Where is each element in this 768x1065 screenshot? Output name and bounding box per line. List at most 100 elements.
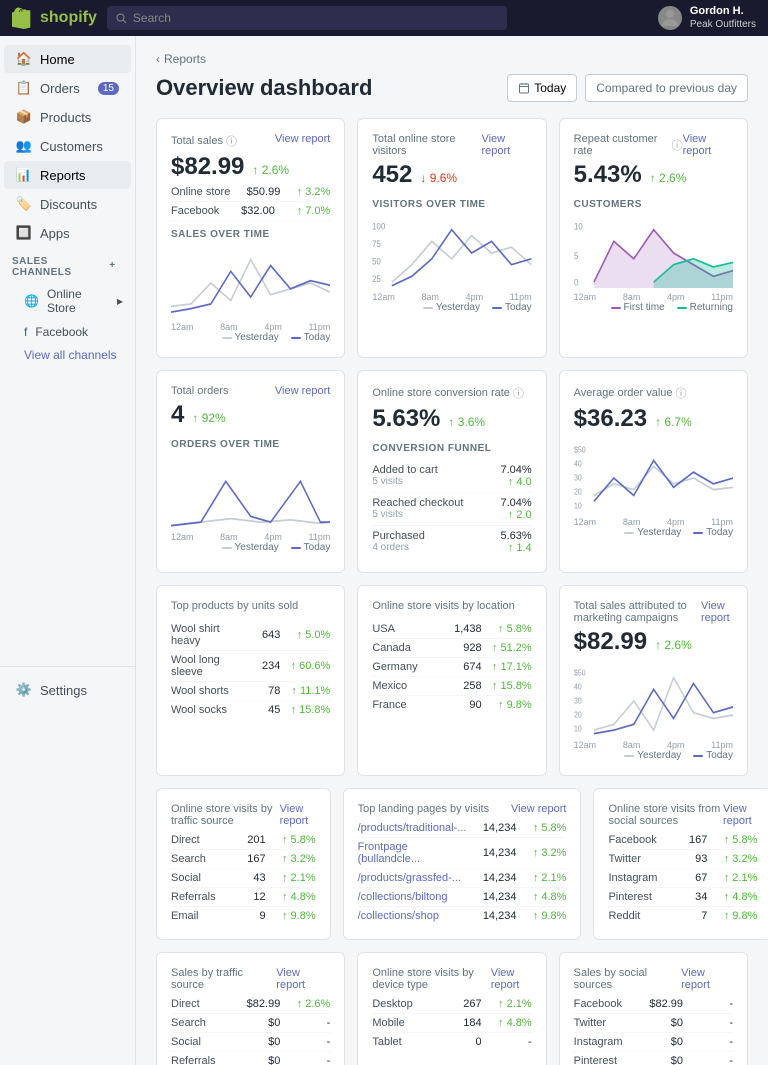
sidebar-label-customers: Customers	[40, 139, 103, 154]
visits-social-view-report[interactable]: View report	[723, 803, 757, 827]
landing-page-link[interactable]: /products/traditional-...	[358, 822, 467, 834]
logo-text: shopify	[40, 9, 97, 27]
sidebar-item-customers[interactable]: 👥 Customers	[4, 132, 131, 160]
table-row: Mobile 184 ↑ 4.8%	[372, 1014, 531, 1033]
funnel-val-0: 7.04%	[500, 464, 531, 476]
search-input[interactable]	[133, 11, 499, 25]
sidebar-item-products[interactable]: 📦 Products	[4, 103, 131, 131]
svg-text:$50: $50	[574, 668, 586, 678]
sidebar-item-settings[interactable]: ⚙️ Settings	[4, 676, 131, 704]
landing-pages-rows: /products/traditional-... 14,234 ↑ 5.8% …	[358, 819, 567, 925]
table-row: Social $0 -	[171, 1033, 330, 1052]
add-channel-button[interactable]: +	[109, 260, 123, 274]
info-icon-2: ⓘ	[672, 137, 683, 153]
today-button[interactable]: Today	[507, 74, 577, 102]
sidebar-item-home[interactable]: 🏠 Home	[4, 45, 131, 73]
facebook-change: ↑ 7.0%	[297, 205, 331, 217]
landing-page-link[interactable]: /products/grassfed-...	[358, 872, 461, 884]
search-bar[interactable]	[107, 6, 507, 30]
visits-social-card: Online store visits from social sources …	[593, 788, 768, 940]
landing-pages-view-report[interactable]: View report	[511, 803, 566, 815]
sales-channels-title: SALES CHANNELS	[12, 256, 109, 278]
svg-text:20: 20	[574, 487, 582, 497]
user-info: Gordon H. Peak Outfitters	[658, 5, 756, 30]
total-orders-view-report[interactable]: View report	[275, 385, 330, 397]
orders-badge: 15	[98, 82, 119, 95]
sidebar-label-apps: Apps	[40, 226, 70, 241]
breadcrumb-reports[interactable]: Reports	[164, 52, 206, 66]
marketing-campaigns-header: Total sales attributed to marketing camp…	[574, 600, 733, 624]
funnel-row-1: Reached checkout 5 visits 7.04% ↑ 2.0	[372, 493, 531, 526]
total-sales-change: ↑ 2.6%	[252, 163, 289, 177]
legend-yesterday: Yesterday	[222, 332, 279, 343]
sidebar-item-facebook[interactable]: f Facebook	[0, 320, 135, 344]
table-row: Tablet 0 -	[372, 1033, 531, 1051]
sidebar-item-orders[interactable]: 📋 Orders 15	[4, 74, 131, 102]
visits-social-header: Online store visits from social sources …	[608, 803, 757, 827]
total-visitors-chart: 100 75 50 25	[372, 218, 531, 288]
sales-traffic-view-report[interactable]: View report	[276, 967, 330, 991]
shopify-icon	[12, 7, 34, 29]
total-visitors-title: Total online store visitors	[372, 133, 481, 157]
table-row: France 90 ↑ 9.8%	[372, 696, 531, 714]
svg-text:40: 40	[574, 459, 582, 469]
sales-social-rows: Facebook $82.99 - Twitter $0 - Instagram…	[574, 995, 733, 1065]
shopify-logo[interactable]: shopify	[12, 7, 97, 29]
top-products-title: Top products by units sold	[171, 600, 330, 612]
landing-page-link[interactable]: /collections/shop	[358, 910, 439, 922]
svg-text:75: 75	[372, 239, 381, 250]
repeat-customer-view-report[interactable]: View report	[683, 133, 733, 157]
sales-social-view-report[interactable]: View report	[681, 967, 733, 991]
sales-traffic-card: Sales by traffic source View report Dire…	[156, 952, 345, 1065]
table-row: Desktop 267 ↑ 2.1%	[372, 995, 531, 1014]
landing-page-link[interactable]: /collections/biltong	[358, 891, 448, 903]
sidebar-item-online-store[interactable]: 🌐 Online Store ▸	[0, 282, 135, 320]
funnel-sub-1: 5 visits	[372, 509, 463, 520]
visits-device-view-report[interactable]: View report	[491, 967, 532, 991]
legend-yesterday-5: Yesterday	[624, 750, 681, 761]
sidebar-item-discounts[interactable]: 🏷️ Discounts	[4, 190, 131, 218]
marketing-campaigns-view-report[interactable]: View report	[701, 600, 733, 624]
header-actions: Today Compared to previous day	[507, 74, 748, 102]
funnel-label-0: Added to cart	[372, 464, 437, 476]
landing-page-link[interactable]: Frontpage (bullandcle...	[358, 841, 420, 865]
chevron-left-icon: ‹	[156, 52, 160, 66]
marketing-campaigns-value: $82.99	[574, 628, 647, 656]
sidebar-item-reports[interactable]: 📊 Reports	[4, 161, 131, 189]
table-row: Facebook $82.99 -	[574, 995, 733, 1014]
sidebar-label-settings: Settings	[40, 683, 87, 698]
total-visitors-view-report[interactable]: View report	[481, 133, 531, 157]
breadcrumb: ‹ Reports	[156, 52, 748, 66]
table-row: Instagram $0 -	[574, 1033, 733, 1052]
visits-location-rows: USA 1,438 ↑ 5.8% Canada 928 ↑ 51.2% Germ…	[372, 620, 531, 714]
total-sales-view-report[interactable]: View report	[275, 133, 330, 145]
total-sales-value: $82.99	[171, 153, 244, 181]
repeat-customer-title: Repeat customer rate ⓘ	[574, 133, 683, 157]
conversion-rate-header: Online store conversion rate ⓘ	[372, 385, 531, 401]
legend-yesterday-4: Yesterday	[624, 527, 681, 538]
conversion-rate-title: Online store conversion rate ⓘ	[372, 385, 524, 401]
funnel-sub-2: 4 orders	[372, 542, 425, 553]
table-row: Referrals $0 -	[171, 1052, 330, 1065]
marketing-campaigns-change: ↑ 2.6%	[655, 638, 692, 652]
marketing-x-labels: 12am8am4pm11pm	[574, 740, 733, 750]
visits-traffic-title: Online store visits by traffic source	[171, 803, 280, 827]
svg-text:30: 30	[574, 696, 582, 706]
total-orders-value: 4	[171, 401, 184, 429]
svg-text:25: 25	[372, 274, 381, 285]
conversion-rate-card: Online store conversion rate ⓘ 5.63% ↑ 3…	[357, 370, 546, 573]
total-orders-title: Total orders	[171, 385, 228, 397]
svg-text:5: 5	[574, 250, 579, 261]
visits-traffic-view-report[interactable]: View report	[280, 803, 316, 827]
sidebar-label-products: Products	[40, 110, 91, 125]
visitors-legend: Yesterday Today	[372, 302, 531, 313]
table-row: Direct 201 ↑ 5.8%	[171, 831, 316, 850]
compare-button[interactable]: Compared to previous day	[585, 74, 748, 102]
conversion-rate-change: ↑ 3.6%	[448, 415, 485, 429]
online-store-change: ↑ 3.2%	[297, 186, 331, 198]
landing-pages-header: Top landing pages by visits View report	[358, 803, 567, 815]
sidebar-item-apps[interactable]: 🔲 Apps	[4, 219, 131, 247]
avg-order-legend: Yesterday Today	[574, 527, 733, 538]
view-all-channels[interactable]: View all channels	[0, 344, 135, 366]
calendar-icon	[518, 82, 530, 94]
